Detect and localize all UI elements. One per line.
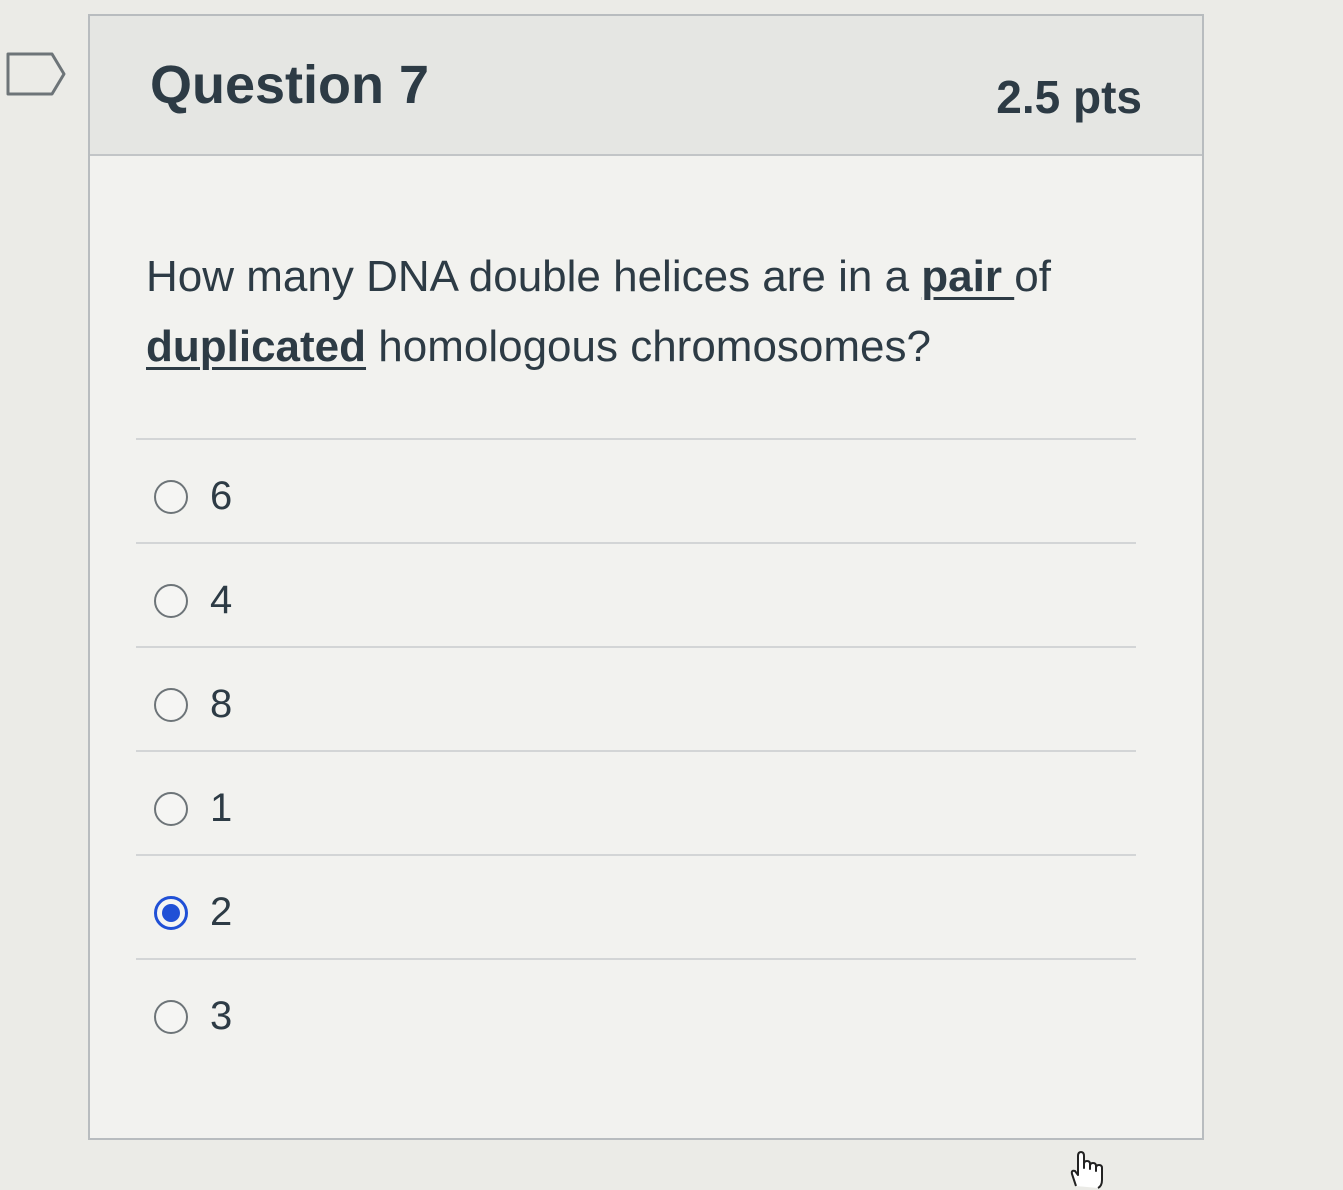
question-header: Question 7 2.5 pts [90, 16, 1202, 156]
answer-option[interactable]: 6 [136, 438, 1136, 542]
emphasis-pair: pair [921, 252, 1015, 301]
answer-label[interactable]: 4 [210, 578, 232, 623]
radio-button-selected[interactable] [154, 896, 188, 930]
question-text-part: of [1014, 252, 1051, 301]
bookmark-flag-icon[interactable] [4, 50, 68, 98]
radio-button[interactable] [154, 1000, 188, 1034]
question-card: Question 7 2.5 pts How many DNA double h… [88, 14, 1204, 1140]
emphasis-duplicated: duplicated [146, 322, 367, 371]
answer-option[interactable]: 1 [136, 750, 1136, 854]
radio-button[interactable] [154, 792, 188, 826]
radio-button[interactable] [154, 480, 188, 514]
answer-label[interactable]: 6 [210, 474, 232, 519]
answer-list: 6 4 8 1 2 3 [136, 438, 1136, 1062]
answer-label[interactable]: 3 [210, 994, 232, 1039]
question-points: 2.5 pts [996, 71, 1142, 123]
answer-option[interactable]: 4 [136, 542, 1136, 646]
radio-button[interactable] [154, 584, 188, 618]
answer-option[interactable]: 2 [136, 854, 1136, 958]
question-text: How many DNA double helices are in a pai… [146, 242, 1146, 382]
answer-label[interactable]: 2 [210, 890, 232, 935]
answer-label[interactable]: 8 [210, 682, 232, 727]
answer-option[interactable]: 8 [136, 646, 1136, 750]
question-title: Question 7 [150, 55, 430, 115]
question-text-part: How many DNA double helices are in a [146, 252, 922, 301]
radio-button[interactable] [154, 688, 188, 722]
answer-label[interactable]: 1 [210, 786, 232, 831]
hand-pointer-icon [1070, 1151, 1103, 1189]
answer-option[interactable]: 3 [136, 958, 1136, 1062]
question-text-part: homologous chromosomes? [366, 322, 931, 371]
